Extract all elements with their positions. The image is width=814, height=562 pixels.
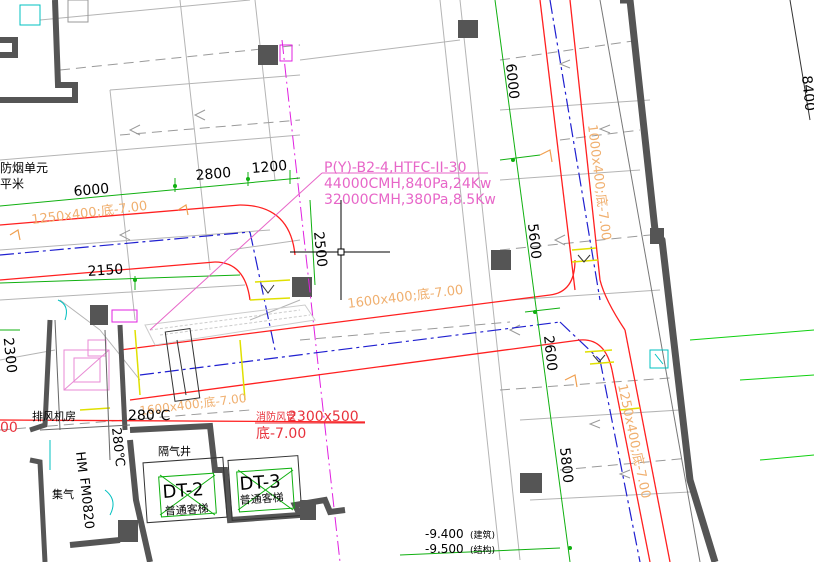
column-bottom <box>300 500 316 520</box>
dim-2800: 2800 <box>195 165 232 184</box>
duct-red-level: 底-7.00 <box>256 426 306 442</box>
duct-red-left-edge: 00 <box>0 420 18 436</box>
dim-2150: 2150 <box>87 262 124 280</box>
cad-drawing: P(Y)-B2-4,HTFC-II-30 44000CMH,840Pa,24Kw… <box>0 0 814 562</box>
temp-label: 280℃ <box>128 408 170 424</box>
level-structure-note: (结构) <box>470 544 495 556</box>
fan-spec-line3: 32000CMH,380Pa,8.5Kw <box>324 192 496 208</box>
dim-2300: 2300 <box>0 337 19 374</box>
dim-6000-left: 6000 <box>73 181 110 200</box>
dim-1200: 1200 <box>251 158 288 177</box>
room-gas-label: 集气 <box>52 487 74 501</box>
room-shaft-label: 隔气井 <box>158 444 191 458</box>
level-architecture-note: (建筑) <box>470 529 495 541</box>
level-structure: -9.500 <box>425 542 464 556</box>
duct-red-size: 2300x500 <box>288 409 359 425</box>
topleft-label2: 平米 <box>0 177 24 191</box>
fan-spec-line2: 44000CMH,840Pa,24Kw <box>324 176 491 192</box>
column-bottom-left <box>118 520 138 542</box>
room-exhaust-label: 排风机房 <box>32 409 76 423</box>
level-architecture: -9.400 <box>425 527 464 541</box>
elevator-dt2: DT-2 <box>162 479 205 503</box>
topleft-label1: 防烟单元 <box>0 160 48 175</box>
door-hm: HM <box>72 451 89 473</box>
fan-spec-line1: P(Y)-B2-4,HTFC-II-30 <box>324 160 466 176</box>
